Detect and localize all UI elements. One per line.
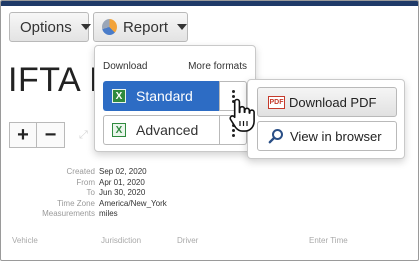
report-button[interactable]: Report — [93, 12, 188, 42]
options-label: Options — [20, 18, 72, 36]
download-advanced-button[interactable]: X Advanced — [103, 115, 219, 145]
meta-row-from: From Apr 01, 2020 — [76, 177, 145, 187]
chevron-down-icon — [80, 24, 91, 30]
advanced-label: Advanced — [136, 122, 199, 138]
dropdown-header: Download More formats — [103, 61, 247, 72]
download-pdf-button[interactable]: PDF Download PDF — [257, 87, 397, 117]
download-heading: Download — [103, 61, 148, 72]
dropdown-item-advanced: X Advanced — [103, 115, 247, 145]
column-header-driver[interactable]: Driver — [177, 236, 198, 245]
pie-chart-icon — [102, 19, 117, 35]
more-formats-heading: More formats — [188, 61, 247, 72]
download-pdf-label: Download PDF — [289, 94, 377, 110]
chevron-down-icon — [177, 24, 187, 30]
zoom-in-button[interactable]: + — [9, 122, 37, 148]
excel-icon: X — [112, 123, 126, 137]
view-in-browser-label: View in browser — [290, 128, 382, 144]
pdf-icon: PDF — [268, 95, 285, 109]
column-header-vehicle[interactable]: Vehicle — [12, 236, 38, 245]
meta-row-to: To Jun 30, 2020 — [86, 188, 146, 198]
report-metadata: Created Sep 02, 2020 From Apr 01, 2020 T… — [1, 167, 191, 220]
report-label: Report — [122, 18, 168, 36]
meta-row-timezone: Time Zone America/New_York — [57, 198, 167, 208]
zoom-out-button[interactable]: − — [37, 122, 65, 148]
more-formats-flyout: PDF Download PDF View in browser — [247, 79, 405, 159]
hand-pointer-icon — [229, 98, 255, 132]
download-standard-button[interactable]: X Standard — [103, 81, 219, 111]
standard-label: Standard — [136, 88, 193, 104]
column-header-enter-time[interactable]: Enter Time — [309, 236, 348, 245]
options-button[interactable]: Options — [9, 12, 91, 42]
meta-row-measurements: Measurements miles — [42, 209, 118, 219]
top-strip — [1, 1, 418, 6]
excel-icon: X — [112, 89, 126, 103]
dropdown-item-standard: X Standard — [103, 81, 247, 111]
meta-row-created: Created Sep 02, 2020 — [66, 167, 147, 176]
search-icon — [268, 129, 283, 144]
app-window: Options Report IFTA R + − ⤢ Created Sep … — [0, 0, 419, 261]
column-header-jurisdiction[interactable]: Jurisdiction — [101, 236, 141, 245]
view-in-browser-button[interactable]: View in browser — [257, 121, 397, 151]
expand-icon[interactable]: ⤢ — [79, 129, 91, 141]
zoom-controls: + − — [9, 122, 65, 148]
